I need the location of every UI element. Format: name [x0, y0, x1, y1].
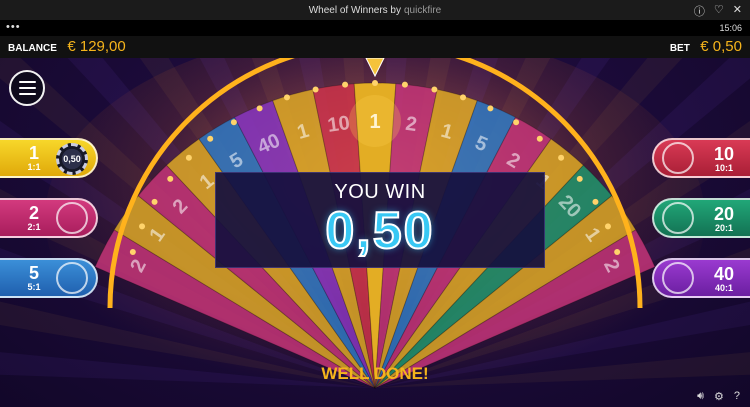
close-icon[interactable]: ✕: [733, 3, 742, 19]
rim-light: [312, 86, 319, 93]
bet-spot-ratio: 2:1: [27, 221, 41, 232]
bet-spot-10[interactable]: 10 10:1: [652, 138, 750, 178]
brand-name: quickfire: [404, 4, 442, 16]
rim-light: [283, 94, 290, 101]
hamburger-icon: [18, 81, 36, 83]
help-icon[interactable]: ?: [734, 390, 740, 403]
bet-spot-number: 20: [713, 204, 735, 224]
rim-light: [614, 249, 621, 256]
result-message: WELL DONE!: [321, 364, 429, 383]
bet-spot-number: 2: [28, 202, 39, 223]
title-bar: Wheel of Winners by quickfire ⓘ ♡ ✕: [0, 0, 750, 20]
rim-light: [230, 119, 237, 126]
balance-display: BALANCE € 129,00: [8, 38, 126, 56]
rim-light: [342, 81, 349, 88]
menu-button[interactable]: [9, 70, 45, 106]
window-title: Wheel of Winners by: [308, 4, 401, 16]
settings-icon[interactable]: ⚙︎: [714, 390, 724, 403]
bet-spot-1[interactable]: 1 1:1 0,50: [0, 138, 98, 178]
win-title: YOU WIN: [334, 181, 426, 203]
bet-spot-ratio: 5:1: [27, 281, 41, 292]
rim-light: [256, 105, 263, 112]
bet-spot-40[interactable]: 40 40:1: [652, 258, 750, 298]
rim-light: [167, 175, 174, 182]
rim-light: [513, 119, 520, 126]
info-icon[interactable]: ⓘ: [694, 3, 705, 19]
rim-light: [151, 198, 158, 205]
win-amount: 0,50: [324, 202, 435, 260]
bet-spot-number: 40: [713, 264, 735, 284]
bet-spot-ratio: 1:1: [27, 161, 41, 172]
chip-slot[interactable]: [662, 202, 694, 234]
rim-light: [139, 223, 146, 230]
rim-light: [592, 198, 599, 205]
rim-light: [401, 81, 408, 88]
rim-light: [536, 135, 543, 142]
balance-label: BALANCE: [8, 43, 57, 54]
bet-spot-ratio: 10:1: [714, 163, 733, 173]
heart-icon[interactable]: ♡: [714, 3, 724, 19]
bet-label: BET: [669, 43, 690, 54]
bet-display: BET € 0,50: [670, 38, 742, 56]
rim-light: [460, 94, 467, 101]
bet-spot-20[interactable]: 20 20:1: [652, 198, 750, 238]
bet-spot-number: 1: [28, 142, 39, 163]
chip-slot[interactable]: [56, 202, 88, 234]
wheel-segment-label: 10: [326, 112, 351, 137]
game-area: 21215401101215212012 1 1:1 0,50 2 2:1 5 …: [0, 58, 750, 407]
rim-light: [129, 249, 136, 256]
bet-spot-2[interactable]: 2 2:1: [0, 198, 98, 238]
rim-light: [207, 135, 214, 142]
bet-spot-number: 5: [28, 262, 39, 283]
chip-slot[interactable]: [56, 262, 88, 294]
clock: 15:06: [719, 23, 742, 33]
selected-segment-glow: [349, 95, 401, 147]
sound-icon[interactable]: 🔊︎: [697, 390, 704, 403]
bet-spot-5[interactable]: 5 5:1: [0, 258, 98, 298]
rim-light: [185, 154, 192, 161]
rim-light: [372, 80, 378, 86]
status-bar: ••• 15:06: [0, 20, 750, 36]
rim-light: [431, 86, 438, 93]
bet-spot-ratio: 40:1: [714, 283, 733, 293]
balance-value: € 129,00: [67, 38, 126, 55]
rim-light: [558, 154, 565, 161]
balance-bar: BALANCE € 129,00 BET € 0,50: [0, 36, 750, 58]
rim-light: [576, 175, 583, 182]
chip-slot[interactable]: [662, 142, 694, 174]
more-options-icon[interactable]: •••: [6, 21, 21, 33]
bet-spot-ratio: 20:1: [714, 223, 733, 233]
bet-spot-number: 10: [713, 144, 735, 164]
chip-slot[interactable]: [662, 262, 694, 294]
win-panel: YOU WIN 0,50: [215, 172, 545, 268]
bet-chip[interactable]: 0,50: [56, 143, 88, 175]
rim-light: [487, 105, 494, 112]
rim-light: [604, 223, 611, 230]
bet-value: € 0,50: [700, 38, 742, 55]
